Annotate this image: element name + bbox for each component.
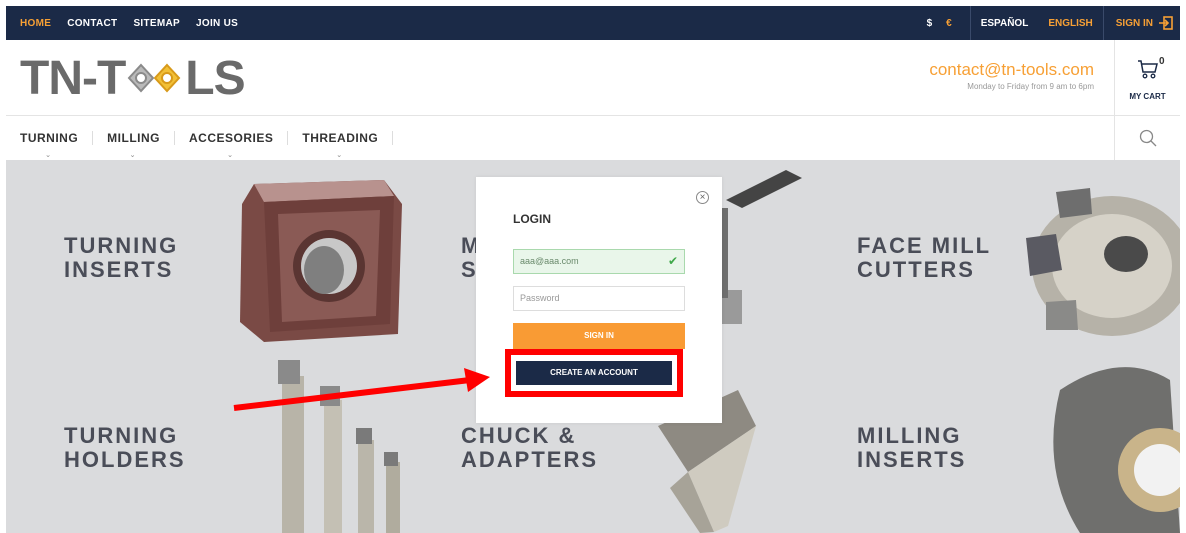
annotation-arrow-icon: [233, 368, 490, 411]
